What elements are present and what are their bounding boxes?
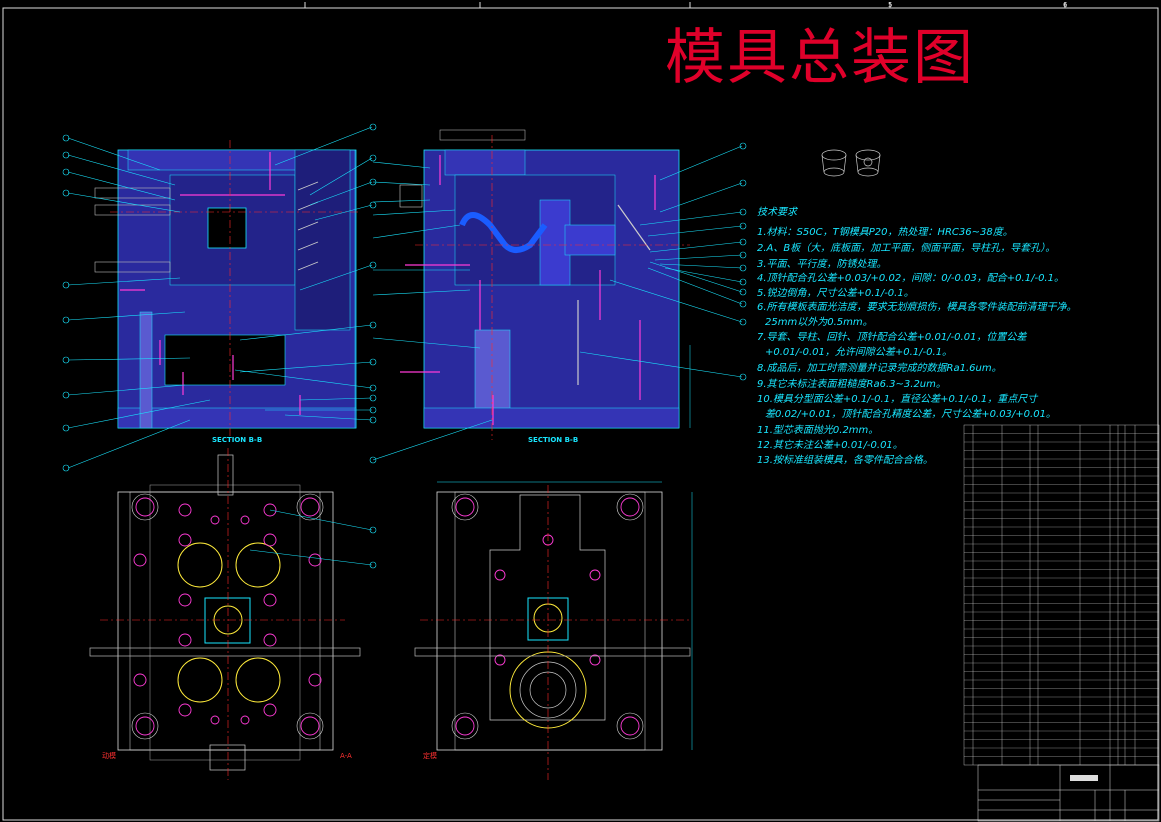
note-line: 11.型芯表面抛光0.2mm。 (757, 425, 879, 436)
section-label-left: SECTION B-B (212, 436, 262, 444)
view-label-moving: 动模 (102, 751, 116, 760)
view-label-fixed: 定模 (423, 751, 437, 760)
note-line: 7.导套、导柱、回针、顶针配合公差+0.01/-0.01，位置公差 (757, 332, 1027, 343)
note-line: 6.所有模板表面光洁度，要求无划痕损伤，模具各零件装配前清理干净。 (757, 302, 1077, 313)
note-line: 9.其它未标注表面粗糙度Ra6.3~3.2um。 (757, 379, 946, 390)
section-label-right: SECTION B-B (528, 436, 578, 444)
note-line: 12.其它未注公差+0.01/-0.01。 (757, 440, 903, 451)
note-line: 5.锐边倒角，尺寸公差+0.1/-0.1。 (757, 288, 914, 299)
title-block (977, 764, 1160, 822)
note-line: 1.材料：S50C，T钢模具P20，热处理：HRC36~38度。 (757, 227, 1013, 238)
zone-label-6: 6 (1063, 1, 1068, 9)
note-line: 差0.02/+0.01，顶针配合孔精度公差，尺寸公差+0.03/+0.01。 (765, 409, 1056, 420)
view-label-aa: A-A (340, 752, 352, 760)
note-line: 4.顶针配合孔公差+0.03/+0.02，间隙：0/-0.03，配合+0.1/-… (757, 273, 1064, 284)
plan-view-fixed-half: 定模 (414, 481, 693, 780)
note-line: +0.01/-0.01，允许间隙公差+0.1/-0.1。 (765, 347, 953, 358)
notes-heading: 技术要求 (757, 207, 797, 218)
section-view-right: SECTION B-B (399, 129, 691, 444)
note-line: 3.平面、平行度，防锈处理。 (757, 259, 887, 270)
zone-label-5: 5 (888, 1, 892, 9)
note-line: 8.成品后，加工时需测量并记录完成的数据Ra1.6um。 (757, 363, 1002, 374)
note-line: 2.A、B板（大，底板面，加工平面，侧面平面，导柱孔，导套孔）。 (757, 243, 1056, 254)
drawing-title: 模具总装图 (665, 23, 975, 93)
section-view-left: SECTION B-B (94, 140, 360, 444)
note-line: 13.按标准组装模具，各零件配合合格。 (757, 455, 933, 466)
note-line: 10.模具分型面公差+0.1/-0.1，直径公差+0.1/-0.1，重点尺寸 (757, 394, 1038, 405)
note-line: 25mm以外为0.5mm。 (765, 317, 873, 328)
title-block-logo (1070, 775, 1098, 781)
bom-row-lines (964, 433, 1159, 757)
part-thumbnail (821, 149, 881, 177)
plan-view-moving-half: 动模 A-A (89, 448, 361, 780)
